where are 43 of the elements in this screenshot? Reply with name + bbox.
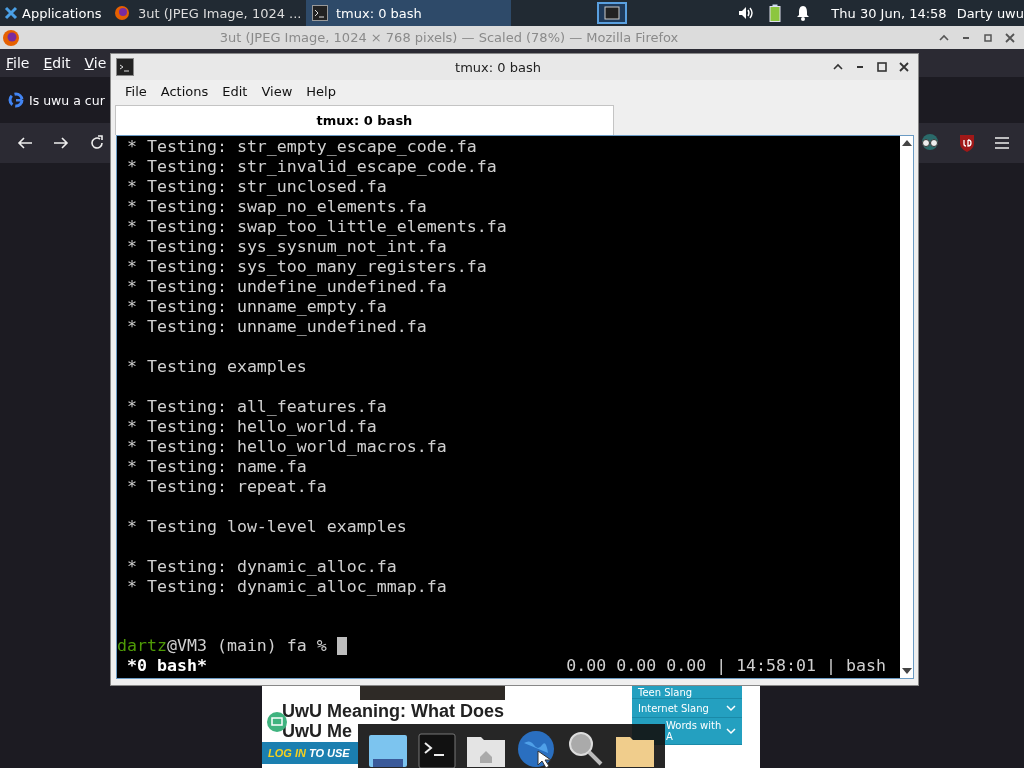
output-line: * Testing: swap_too_little_elements.fa bbox=[126, 217, 508, 237]
article-heading: UwU Meaning: What Does bbox=[282, 701, 504, 721]
menu-item[interactable]: File bbox=[125, 84, 147, 99]
menu-item[interactable]: Actions bbox=[160, 84, 209, 99]
output-line: * Testing: str_unclosed.fa bbox=[126, 177, 388, 197]
status-info: 0.00 0.00 0.00 | 14:58:01 | bash bbox=[566, 656, 886, 676]
output-line: * Testing: all_features.fa bbox=[126, 397, 388, 417]
window-title: 3ut (JPEG Image, 1024 × 768 pixels) — Scaled (78%) — Mozilla Firefox bbox=[218, 30, 680, 45]
output-line: * Testing: hello_world.fa bbox=[126, 417, 378, 437]
output-line: * Testing: undefine_undefined.fa bbox=[126, 277, 448, 297]
login-banner[interactable]: LOG IN TO USE bbox=[262, 742, 358, 764]
applications-menu[interactable]: Applications bbox=[0, 0, 108, 26]
user-name[interactable]: Darty uwu bbox=[956, 5, 1024, 21]
output-line: * Testing: dynamic_alloc.fa bbox=[126, 557, 398, 577]
output-line: * Testing examples bbox=[126, 357, 308, 377]
browser-tab[interactable]: Is uwu a cur bbox=[0, 92, 105, 108]
status-window: *0 bash* bbox=[127, 656, 207, 676]
output-line: * Testing: swap_no_elements.fa bbox=[126, 197, 428, 217]
output-line: * Testing: dynamic_alloc_mmap.fa bbox=[126, 577, 448, 597]
output-line: * Testing: sys_too_many_registers.fa bbox=[126, 257, 488, 277]
prompt-text: @VM3 (main) fa % bbox=[166, 636, 327, 656]
menu-item[interactable]: Edit bbox=[222, 84, 248, 99]
menu-item[interactable]: Edit bbox=[43, 55, 71, 71]
menu-item[interactable]: File bbox=[6, 55, 30, 71]
menu-item[interactable]: Help bbox=[306, 84, 336, 99]
output-line: * Testing: str_invalid_escape_code.fa bbox=[126, 157, 498, 177]
prompt-user: dartz bbox=[117, 636, 167, 656]
output-line: * Testing: name.fa bbox=[126, 457, 308, 477]
clock-text[interactable]: Thu 30 Jun, 14:58 bbox=[831, 5, 947, 21]
menu-item[interactable]: View bbox=[261, 84, 293, 99]
window-title: tmux: 0 bash bbox=[454, 59, 542, 75]
terminal-tab[interactable]: tmux: 0 bash bbox=[115, 105, 614, 135]
article-heading: UwU Me bbox=[282, 721, 353, 741]
taskbar-button[interactable]: tmux: 0 bash bbox=[306, 0, 511, 26]
output-line: * Testing: unname_empty.fa bbox=[126, 297, 388, 317]
output-line: * Testing: hello_world_macros.fa bbox=[126, 437, 448, 457]
output-line: * Testing: sys_sysnum_not_int.fa bbox=[126, 237, 448, 257]
output-line: * Testing: unname_undefined.fa bbox=[126, 317, 428, 337]
output-line: * Testing: repeat.fa bbox=[126, 477, 328, 497]
menu-item[interactable]: Vie bbox=[84, 55, 107, 71]
output-line: * Testing: str_empty_escape_code.fa bbox=[126, 137, 478, 157]
taskbar-button[interactable]: 3ut (JPEG Image, 1024 ... bbox=[108, 0, 306, 26]
output-line: * Testing low-level examples bbox=[126, 517, 408, 537]
